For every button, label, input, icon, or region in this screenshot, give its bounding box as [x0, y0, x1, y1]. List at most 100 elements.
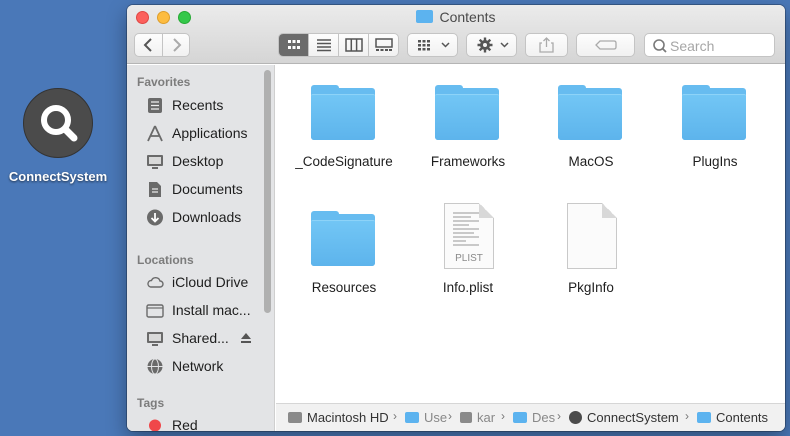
red-tag-dot-icon	[149, 419, 161, 431]
sidebar-item-install-mac[interactable]: Install mac...	[144, 300, 272, 322]
file-item-macos[interactable]: MacOS	[532, 67, 650, 187]
network-icon	[147, 358, 163, 375]
applications-icon	[147, 125, 163, 142]
sidebar-item-network[interactable]: Network	[144, 356, 272, 378]
chevron-right-icon	[173, 38, 182, 52]
sidebar-scrollbar[interactable]	[264, 70, 271, 313]
cloud-icon	[147, 277, 164, 288]
window-title-text: Contents	[439, 9, 496, 25]
hard-disk-icon	[288, 412, 302, 423]
plist-badge: PLIST	[455, 253, 483, 264]
file-name: PkgInfo	[568, 280, 614, 295]
home-icon	[460, 412, 472, 423]
tags-heading: Tags	[137, 396, 165, 410]
downloads-icon	[147, 209, 163, 226]
page-fold	[479, 203, 494, 218]
path-item-macintosh-hd[interactable]: Macintosh HD	[288, 410, 389, 425]
folder-icon	[311, 85, 375, 141]
list-view-button[interactable]	[309, 34, 339, 56]
search-icon	[653, 39, 667, 53]
path-label: ConnectSystem	[587, 410, 679, 425]
chevron-down-icon	[441, 42, 450, 48]
sidebar-item-label: Shared...	[172, 330, 229, 346]
file-item-resources[interactable]: Resources	[285, 193, 403, 313]
folder-icon	[558, 85, 622, 141]
file-item-pkginfo[interactable]: PkgInfo	[532, 193, 650, 313]
search-placeholder: Search	[670, 38, 715, 54]
sidebar-item-documents[interactable]: Documents	[144, 179, 272, 201]
folder-icon	[435, 85, 499, 141]
path-separator: ›	[501, 409, 505, 423]
path-item-desktop[interactable]: Des	[513, 410, 555, 425]
sidebar-item-shared[interactable]: Shared...	[144, 328, 272, 350]
folder-icon	[682, 85, 746, 141]
file-item-info-plist[interactable]: PLIST Info.plist	[409, 193, 527, 313]
list-icon	[317, 39, 331, 52]
gallery-icon	[375, 38, 393, 51]
share-icon	[539, 37, 554, 53]
sidebar-item-label: Install mac...	[172, 302, 251, 318]
file-item-codesignature[interactable]: _CodeSignature	[285, 67, 403, 187]
folder-icon	[513, 412, 527, 423]
desktop-app-icon[interactable]: ConnectSystem	[2, 88, 114, 184]
path-item-connectsystem[interactable]: ConnectSystem	[569, 410, 679, 425]
path-separator: ›	[557, 409, 561, 423]
clock-icon	[148, 98, 162, 113]
path-separator: ›	[685, 409, 689, 423]
share-button[interactable]	[525, 33, 568, 57]
file-name: Resources	[311, 280, 377, 295]
forward-button[interactable]	[163, 34, 190, 56]
search-field[interactable]: Search	[644, 33, 775, 57]
icon-view-button[interactable]	[279, 34, 309, 56]
title-bar: Contents Search	[127, 5, 785, 64]
sidebar-item-recents[interactable]: Recents	[144, 95, 272, 117]
folder-icon	[405, 412, 419, 423]
file-item-frameworks[interactable]: Frameworks	[409, 67, 527, 187]
gear-icon	[477, 37, 509, 53]
file-name: _CodeSignature	[295, 154, 393, 169]
grid-icon	[288, 40, 300, 49]
file-item-plugins[interactable]: PlugIns	[656, 67, 774, 187]
sidebar-item-label: Red	[172, 417, 198, 431]
group-by-button[interactable]	[407, 33, 458, 57]
chevron-left-icon	[143, 38, 152, 52]
sidebar-item-tag-red[interactable]: Red	[144, 415, 272, 431]
magnifier-app-icon	[569, 411, 582, 424]
path-label: Des	[532, 410, 556, 425]
action-button[interactable]	[466, 33, 517, 57]
disk-icon	[146, 304, 164, 318]
sidebar-item-label: Network	[172, 358, 224, 374]
path-item-home[interactable]: kar	[460, 410, 495, 425]
tags-button[interactable]	[576, 33, 635, 57]
finder-window: Contents Search Favorites Recents Applic…	[127, 5, 785, 431]
columns-icon	[345, 38, 363, 52]
sidebar-item-downloads[interactable]: Downloads	[144, 207, 272, 229]
file-grid: _CodeSignature Frameworks MacOS PlugIns …	[276, 65, 785, 398]
tag-icon	[595, 40, 617, 50]
path-label: Use	[424, 410, 448, 425]
path-label: Contents	[716, 410, 769, 425]
sidebar: Favorites Recents Applications Desktop D…	[127, 65, 275, 431]
path-bar: Macintosh HD › Use › kar › Des › Connect…	[276, 403, 785, 431]
path-item-contents[interactable]: Contents	[697, 410, 768, 425]
sidebar-item-label: Downloads	[172, 209, 242, 225]
sidebar-item-label: Recents	[172, 97, 224, 113]
file-name: Frameworks	[430, 154, 506, 169]
path-separator: ›	[393, 409, 397, 423]
sidebar-item-icloud[interactable]: iCloud Drive	[144, 272, 272, 294]
gallery-view-button[interactable]	[369, 34, 399, 56]
back-button[interactable]	[135, 34, 163, 56]
window-title: Contents	[127, 9, 785, 25]
sidebar-item-desktop[interactable]: Desktop	[144, 151, 272, 173]
view-mode-control	[278, 33, 399, 57]
eject-icon[interactable]	[240, 332, 252, 344]
locations-heading: Locations	[137, 253, 194, 267]
favorites-heading: Favorites	[137, 75, 191, 89]
magnifier-icon	[23, 88, 93, 158]
sidebar-item-applications[interactable]: Applications	[144, 123, 272, 145]
column-view-button[interactable]	[339, 34, 369, 56]
folder-icon	[416, 10, 434, 23]
page-fold	[602, 203, 617, 218]
path-item-users[interactable]: Use	[405, 410, 447, 425]
folder-icon	[697, 412, 711, 423]
